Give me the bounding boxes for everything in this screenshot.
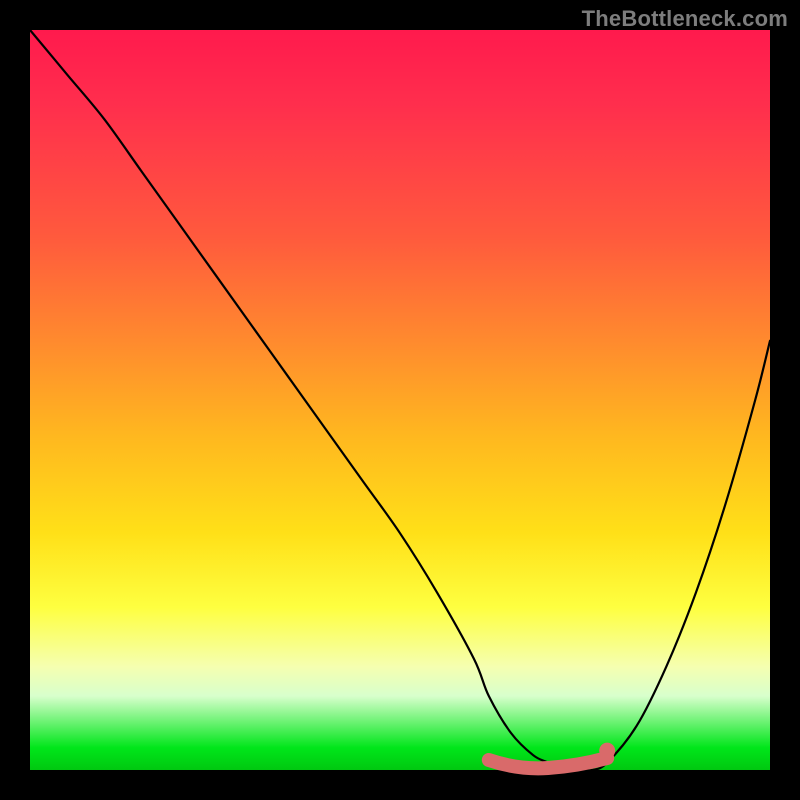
curve-svg bbox=[30, 30, 770, 770]
chart-frame: TheBottleneck.com bbox=[0, 0, 800, 800]
watermark-text: TheBottleneck.com bbox=[582, 6, 788, 32]
bottleneck-curve bbox=[30, 30, 770, 771]
optimal-point-dot bbox=[599, 743, 615, 759]
optimal-range-marker bbox=[489, 758, 607, 768]
plot-area bbox=[30, 30, 770, 770]
